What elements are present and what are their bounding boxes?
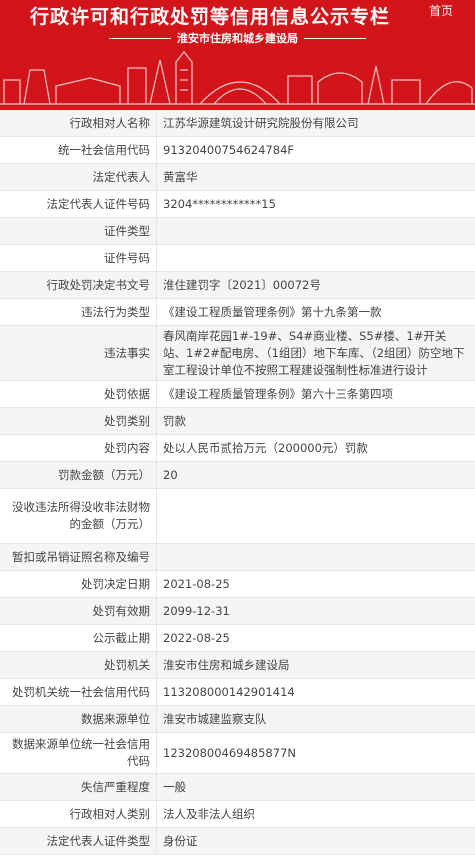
row-label: 失信严重程度 [0, 774, 157, 800]
city-skyline-illustration [0, 51, 475, 105]
row-label: 没收违法所得没收非法财物的金额（万元） [0, 489, 157, 543]
row-label: 法定代表人 [0, 164, 157, 190]
divider-left [109, 37, 171, 39]
table-row: 违法事实 春风南岸花园1#-19#、S4#商业楼、S5#楼、1#开关站、1#2#配… [0, 326, 475, 381]
table-row: 公示截止期 2022-08-25 [0, 625, 475, 652]
row-value: 江苏华源建筑设计研究院股份有限公司 [163, 115, 359, 130]
row-label: 行政相对人类别 [0, 801, 157, 827]
row-label: 处罚机关 [0, 652, 157, 678]
table-row: 法定代表人证件号码 3204************15 [0, 191, 475, 218]
table-row: 行政处罚决定书文号 淮住建罚字〔2021〕00072号 [0, 272, 475, 299]
table-row: 数据来源单位统一社会信用代码 12320800469485877N [0, 733, 475, 774]
header-banner: 行政许可和行政处罚等信用信息公示专栏 首页 淮安市住房和城乡建设局 [0, 0, 475, 110]
row-label: 违法行为类型 [0, 299, 157, 325]
row-value: 淮住建罚字〔2021〕00072号 [163, 277, 321, 292]
table-row: 统一社会信用代码 91320400754624784F [0, 137, 475, 164]
table-row: 证件类型 [0, 218, 475, 245]
row-value: 2022-08-25 [163, 630, 230, 645]
table-row: 数据来源单位 淮安市城建监察支队 [0, 706, 475, 733]
row-label: 数据来源单位统一社会信用代码 [0, 733, 157, 773]
row-label: 暂扣或吊销证照名称及编号 [0, 544, 157, 570]
row-value: 黄富华 [163, 169, 198, 184]
row-value: 2021-08-25 [163, 576, 230, 591]
table-row: 处罚类别 罚款 [0, 408, 475, 435]
table-row: 处罚机关统一社会信用代码 113208000142901414 [0, 679, 475, 706]
row-label: 处罚决定日期 [0, 571, 157, 597]
row-label: 行政相对人名称 [0, 110, 157, 136]
row-value: 3204************15 [163, 196, 276, 211]
row-value: 法人及非法人组织 [163, 806, 255, 821]
table-row: 处罚有效期 2099-12-31 [0, 598, 475, 625]
row-label: 证件号码 [0, 245, 157, 271]
row-label: 处罚类别 [0, 408, 157, 434]
table-row: 暂扣或吊销证照名称及编号 [0, 544, 475, 571]
row-value: 春风南岸花园1#-19#、S4#商业楼、S5#楼、1#开关站、1#2#配电房、（… [163, 328, 465, 377]
row-label: 法定代表人证件号码 [0, 191, 157, 217]
row-value: 身份证 [163, 833, 198, 848]
row-label: 法定代表人证件类型 [0, 828, 157, 854]
page-title: 行政许可和行政处罚等信用信息公示专栏 [29, 6, 390, 28]
divider-right [304, 37, 366, 39]
row-label: 罚款金额（万元） [0, 462, 157, 488]
row-value: 113208000142901414 [163, 684, 295, 699]
row-label: 行政处罚决定书文号 [0, 272, 157, 298]
row-value: 《建设工程质量管理条例》第十九条第一款 [163, 304, 382, 319]
table-row: 处罚决定日期 2021-08-25 [0, 571, 475, 598]
row-label: 处罚内容 [0, 435, 157, 461]
table-row: 处罚内容 处以人民币贰拾万元（200000元）罚款 [0, 435, 475, 462]
table-row: 行政相对人名称 江苏华源建筑设计研究院股份有限公司 [0, 110, 475, 137]
info-table: 行政相对人名称 江苏华源建筑设计研究院股份有限公司 统一社会信用代码 91320400… [0, 110, 475, 855]
row-label: 处罚有效期 [0, 598, 157, 624]
row-value [157, 489, 475, 543]
row-value: 20 [163, 467, 178, 482]
row-value: 淮安市住房和城乡建设局 [163, 657, 290, 672]
row-value: 《建设工程质量管理条例》第六十三条第四项 [163, 386, 393, 401]
row-label: 统一社会信用代码 [0, 137, 157, 163]
table-row: 法定代表人 黄富华 [0, 164, 475, 191]
table-row: 法定代表人证件类型 身份证 [0, 828, 475, 855]
table-row: 违法行为类型 《建设工程质量管理条例》第十九条第一款 [0, 299, 475, 326]
row-value: 罚款 [163, 413, 186, 428]
table-row: 没收违法所得没收非法财物的金额（万元） [0, 489, 475, 544]
table-row: 证件号码 [0, 245, 475, 272]
row-label: 公示截止期 [0, 625, 157, 651]
table-row: 失信严重程度 一般 [0, 774, 475, 801]
row-value [157, 218, 475, 244]
row-value: 2099-12-31 [163, 603, 230, 618]
table-row: 处罚机关 淮安市住房和城乡建设局 [0, 652, 475, 679]
table-row: 行政相对人类别 法人及非法人组织 [0, 801, 475, 828]
row-label: 违法事实 [0, 326, 157, 380]
row-value: 淮安市城建监察支队 [163, 711, 267, 726]
row-label: 处罚依据 [0, 381, 157, 407]
row-label: 数据来源单位 [0, 706, 157, 732]
row-label: 处罚机关统一社会信用代码 [0, 679, 157, 705]
home-link[interactable]: 首页 [429, 2, 453, 19]
row-value [157, 245, 475, 271]
row-value [157, 544, 475, 570]
row-value: 处以人民币贰拾万元（200000元）罚款 [163, 440, 368, 455]
table-row: 处罚依据 《建设工程质量管理条例》第六十三条第四项 [0, 381, 475, 408]
table-row: 罚款金额（万元） 20 [0, 462, 475, 489]
row-value: 12320800469485877N [163, 745, 296, 760]
row-label: 证件类型 [0, 218, 157, 244]
row-value: 91320400754624784F [163, 142, 294, 157]
row-value: 一般 [163, 779, 186, 794]
